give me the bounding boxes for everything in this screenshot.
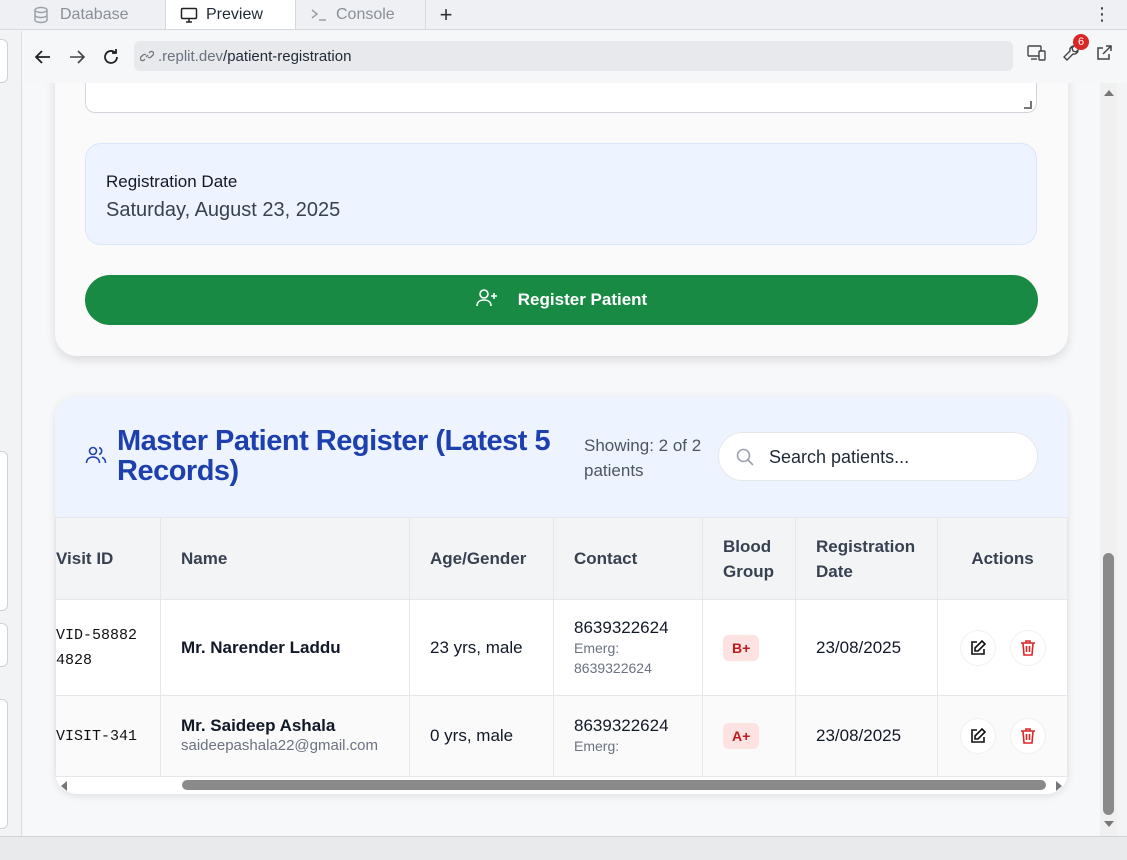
search-icon [735, 447, 755, 472]
edit-icon [970, 639, 986, 655]
table-row: VISIT-341 Mr. Saideep Ashala saideepasha… [55, 695, 1068, 777]
showing-count: Showing: 2 of 2 patients [584, 436, 702, 480]
col-blood-group: Blood Group [702, 517, 796, 600]
vertical-scroll-thumb[interactable] [1103, 553, 1114, 815]
bottom-taskbar-edge [0, 836, 1127, 860]
register-header: Master Patient Register (Latest 5 Record… [55, 396, 1068, 517]
trash-icon [1020, 728, 1035, 744]
visit-id-cell: VID-588824828 [55, 599, 161, 696]
more-options-icon[interactable]: ⋮ [1093, 4, 1111, 25]
notes-textarea[interactable] [85, 83, 1037, 113]
patient-table: Visit ID Name Age/Gender Contact Blood G… [55, 517, 1068, 777]
trash-icon [1020, 639, 1035, 656]
url-domain: .replit.dev [158, 47, 224, 65]
address-bar: .replit.dev/patient-registration 6 [22, 31, 1127, 83]
register-patient-label: Register Patient [517, 290, 648, 309]
register-title: Master Patient Register (Latest 5 Record… [117, 425, 551, 487]
scroll-right-icon[interactable] [1054, 779, 1064, 797]
blood-cell: B+ [702, 599, 796, 696]
age-gender-cell: 0 yrs, male [409, 695, 554, 777]
edit-button[interactable] [960, 630, 995, 665]
search-input[interactable] [769, 443, 1019, 471]
forward-icon[interactable] [60, 40, 94, 74]
registration-date-value: Saturday, August 23, 2025 [106, 199, 341, 221]
tab-console[interactable]: Console [296, 0, 426, 29]
url-field[interactable]: .replit.dev/patient-registration [134, 41, 1013, 71]
left-panel-gutter [0, 31, 22, 860]
tab-label: Database [60, 5, 129, 23]
url-path: /patient-registration [223, 47, 352, 65]
actions-cell [937, 695, 1068, 777]
edit-button[interactable] [960, 719, 995, 753]
tab-label: Preview [206, 5, 263, 23]
new-tab-button[interactable]: + [426, 0, 466, 29]
devtools-icon[interactable]: 6 [1061, 34, 1089, 68]
name-cell: Mr. Saideep Ashala saideepashala22@gmail… [160, 695, 410, 777]
horizontal-scrollbar[interactable] [55, 776, 1068, 794]
col-visit-id: Visit ID [55, 517, 161, 600]
emergency-contact: Emerg: 8639322624 [574, 639, 652, 676]
edit-icon [970, 727, 986, 743]
col-name: Name [160, 517, 410, 600]
patient-email: saideepashala22@gmail.com [181, 737, 379, 754]
panel-edge [0, 623, 8, 667]
patient-name: Mr. Saideep Ashala [181, 716, 336, 735]
contact-cell: 8639322624 Emerg: [553, 695, 703, 777]
tab-bar: Database Preview Console + ⋮ [0, 0, 1127, 30]
scroll-left-icon[interactable] [59, 779, 69, 797]
link-icon [140, 49, 154, 63]
scroll-down-icon[interactable] [1103, 816, 1115, 834]
scroll-up-icon[interactable] [1103, 85, 1115, 103]
panel-edge [0, 451, 8, 611]
patient-register-card: Master Patient Register (Latest 5 Record… [55, 396, 1068, 794]
delete-button[interactable] [1010, 630, 1045, 665]
devices-icon[interactable] [1027, 44, 1047, 67]
registration-date-label: Registration Date [106, 172, 238, 191]
register-patient-button[interactable]: Register Patient [85, 275, 1038, 325]
search-box[interactable] [718, 432, 1038, 481]
age-gender-cell: 23 yrs, male [409, 599, 554, 696]
blood-group-badge: B+ [723, 634, 760, 661]
col-actions: Actions [937, 517, 1068, 600]
actions-cell [937, 599, 1068, 696]
reg-date-cell: 23/08/2025 [795, 695, 938, 777]
horizontal-scroll-thumb[interactable] [182, 780, 1046, 790]
vertical-scrollbar[interactable] [1100, 83, 1117, 836]
monitor-icon [180, 6, 198, 24]
open-external-icon[interactable] [1095, 44, 1113, 67]
tab-label: Console [336, 5, 395, 23]
col-contact: Contact [553, 517, 703, 600]
reload-icon[interactable] [94, 40, 128, 74]
database-icon [32, 6, 50, 24]
panel-edge [0, 699, 8, 829]
emergency-contact: Emerg: [574, 738, 620, 754]
registration-date-panel: Registration Date Saturday, August 23, 2… [85, 143, 1037, 245]
delete-button[interactable] [1010, 719, 1045, 753]
users-icon [85, 445, 107, 470]
table-header-row: Visit ID Name Age/Gender Contact Blood G… [55, 517, 1068, 600]
devtools-badge: 6 [1073, 34, 1089, 50]
user-plus-icon [475, 288, 498, 313]
contact-number: 8639322624 [574, 617, 669, 637]
contact-number: 8639322624 [574, 716, 669, 735]
preview-viewport: Registration Date Saturday, August 23, 2… [23, 83, 1100, 836]
col-age-gender: Age/Gender [409, 517, 554, 600]
tab-preview[interactable]: Preview [166, 0, 296, 29]
panel-edge [0, 39, 8, 83]
blood-cell: A+ [702, 695, 796, 777]
table-row: VID-588824828 Mr. Narender Laddu 23 yrs,… [55, 599, 1068, 696]
terminal-icon [310, 6, 328, 24]
contact-cell: 8639322624 Emerg: 8639322624 [553, 599, 703, 696]
back-icon[interactable] [26, 40, 60, 74]
tab-database[interactable]: Database [0, 0, 166, 29]
blood-group-badge: A+ [723, 723, 760, 749]
col-registration-date: Registration Date [795, 517, 938, 600]
resize-handle-icon[interactable] [1024, 101, 1032, 109]
visit-id-cell: VISIT-341 [55, 695, 161, 777]
registration-form-card: Registration Date Saturday, August 23, 2… [55, 83, 1068, 356]
reg-date-cell: 23/08/2025 [795, 599, 938, 696]
name-cell: Mr. Narender Laddu [160, 599, 410, 696]
